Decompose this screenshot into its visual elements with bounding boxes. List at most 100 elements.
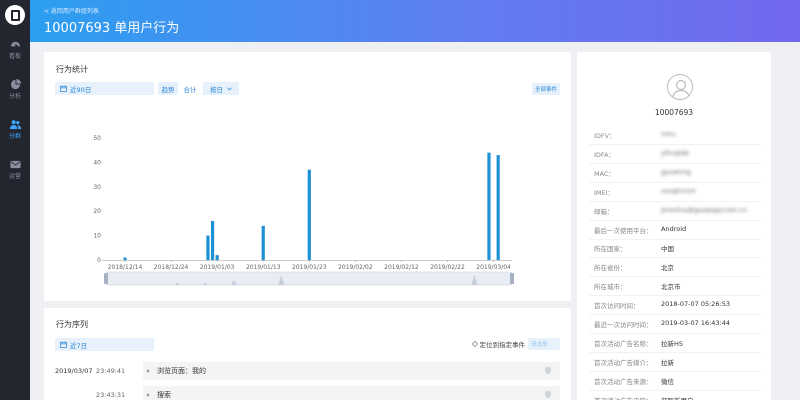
profile-field-value: 拉新H5 [661, 339, 684, 348]
profile-field-row: 首次活动广告媒介： 拉新 [577, 355, 771, 373]
sequence-event: 浏览页面：我的 [157, 367, 206, 375]
zoom-slider-handle-left [104, 273, 108, 284]
sequence-time: 23:43:31 [96, 391, 126, 399]
locate-event-label: 定位到指定事件 [479, 341, 526, 349]
dashboard-icon [10, 41, 20, 47]
chart-bar [210, 220, 215, 260]
profile-field-value: 获取新用户 [661, 395, 694, 400]
profile-field-value: 2018-07-07 05:26:53 [661, 300, 731, 309]
sequence-date-picker[interactable]: 近7日 [55, 338, 154, 351]
diamond-icon [471, 341, 478, 347]
sidebar-item-label: 运营 [8, 173, 21, 180]
x-tick-label: 2019/02/02 [338, 264, 373, 271]
chart-bar [487, 152, 491, 260]
event-select[interactable]: 请选择 [528, 338, 560, 350]
profile-field-label: 最近一次访问时间： [594, 321, 653, 329]
profile-field-label: 首次活动广告内容： [594, 395, 653, 400]
y-tick-label: 20 [93, 208, 101, 215]
profile-field-label: 所在国家： [594, 245, 627, 254]
sequence-date: 2019/03/07 [55, 367, 93, 375]
zoom-slider-track [105, 271, 513, 286]
behavior-stats-card: 行为统计 近90日 趋势 合计 按日 全部事件 0 10 20 30 40 50 2018/… [44, 52, 571, 301]
sequence-title: 行为序列 [56, 320, 88, 329]
profile-field-row: IDFV： nmu [577, 128, 771, 146]
profile-field-label: 首次活动广告来源： [594, 377, 653, 386]
user-id: 10007693 [654, 108, 694, 117]
locate-event[interactable]: 定位到指定事件 [471, 339, 526, 349]
profile-field-label: IMEI： [594, 188, 615, 197]
back-link[interactable]: < 返回用户群组列表 [44, 6, 99, 15]
profile-field-label: 首次活动广告名称： [594, 339, 653, 348]
profile-field-row: 所在省份： 北京 [577, 260, 771, 278]
x-tick-label: 2019/02/22 [430, 264, 465, 271]
x-tick-label: 2019/02/12 [384, 264, 419, 271]
sidebar-item-segments[interactable]: 分群 [0, 119, 30, 143]
sidebar-item-label: 看板 [8, 53, 21, 60]
x-tick-label: 2019/03/04 [476, 264, 511, 271]
y-tick-label: 0 [97, 257, 101, 264]
y-tick-label: 40 [93, 159, 101, 166]
sidebar-item-operations[interactable]: 运营 [0, 159, 30, 183]
sidebar-item-label: 分析 [8, 93, 21, 100]
profile-field-label: IDFV： [594, 132, 616, 140]
profile-field-value: ovsqhnnnt [661, 186, 696, 195]
sequence-row[interactable]: 2019/03/07 23:49:41 浏览页面：我的 [44, 362, 571, 382]
profile-field-row: MAC： gyuwnng [577, 166, 771, 184]
zoom-slider-handle-right [510, 273, 514, 284]
sequence-row[interactable]: 23:43:31 搜索 [44, 386, 571, 400]
profile-field-row: 所在国家： 中国 [577, 241, 771, 259]
caret-right-icon [147, 393, 150, 397]
profile-field-value: 2019-03-07 16:43:44 [661, 319, 731, 327]
profile-field-label: MAC： [594, 169, 615, 178]
y-tick-label: 30 [93, 184, 101, 191]
profile-field-value: nmu [661, 130, 676, 138]
behavior-chart: 0 10 20 30 40 50 2018/12/14 2018/12/24 2019/01/0… [93, 135, 514, 286]
profile-field-row: 所在城市： 北京市 [577, 279, 771, 297]
profile-field-row: IMEI： ovsqhnnnt [577, 185, 771, 203]
profile-field-label: 最后一次使用平台： [594, 226, 653, 235]
profile-field-label: 首次访问时间： [594, 302, 640, 311]
chart-bar [206, 235, 210, 260]
chart-bar [261, 225, 265, 260]
sidebar: 看板 分析 分群 运营 [0, 0, 30, 400]
calendar-icon [60, 341, 67, 348]
chart-bar [496, 155, 500, 260]
sequence-time: 23:49:41 [96, 367, 126, 375]
user-profile-card: 10007693 IDFV： nmu IDFA： ylhuqiab MAC： gyuwnn… [577, 52, 771, 400]
profile-field-value: 微信 [661, 377, 674, 386]
sequence-event-bar[interactable]: 浏览页面：我的 [143, 362, 560, 380]
profile-field-value: jtmolina@gsalpqqccom.cn [661, 205, 747, 214]
profile-field-value: 中国 [661, 245, 674, 254]
behavior-sequence-card: 行为序列 近7日 定位到指定事件 请选择 2019/03/07 23:49:41… [44, 308, 571, 400]
pie-chart-icon [10, 79, 21, 90]
sequence-event-bar[interactable]: 搜索 [143, 386, 560, 400]
x-tick-label: 2019/01/03 [200, 264, 235, 271]
profile-field-value: Android [661, 224, 687, 233]
user-icon [671, 79, 691, 99]
x-tick-label: 2018/12/14 [108, 264, 143, 271]
chart-bar [215, 255, 219, 260]
app-logo[interactable] [5, 5, 25, 25]
y-tick-label: 50 [93, 135, 101, 142]
page-title: 10007693 单用户行为 [44, 21, 180, 36]
profile-field-row: 最近一次访问时间： 2019-03-07 16:43:44 [577, 317, 771, 335]
profile-field-value: ylhuqiab [661, 148, 689, 157]
profile-field-row: 首次活动广告名称： 拉新H5 [577, 336, 771, 354]
x-tick-label: 2019/01/13 [246, 264, 281, 271]
profile-field-value: 北京市 [661, 283, 681, 292]
page-header: < 返回用户群组列表 10007693 单用户行为 [30, 0, 800, 42]
sidebar-item-dashboard[interactable]: 看板 [0, 39, 30, 63]
profile-field-value: gyuwnng [661, 167, 691, 176]
y-tick-label: 10 [93, 233, 101, 240]
profile-field-label: IDFA： [594, 150, 616, 159]
sequence-event: 搜索 [157, 391, 171, 399]
profile-field-value: 北京 [661, 264, 674, 273]
apple-icon [545, 391, 551, 398]
x-tick-label: 2018/12/24 [154, 264, 189, 271]
chart-bar [123, 257, 127, 260]
profile-field-row: 最后一次使用平台： Android [577, 223, 771, 241]
profile-field-label: 所在城市： [594, 283, 627, 292]
profile-field-label: 所在省份： [594, 264, 627, 273]
sidebar-item-analysis[interactable]: 分析 [0, 79, 30, 103]
profile-field-label: 首次活动广告媒介： [594, 358, 653, 367]
